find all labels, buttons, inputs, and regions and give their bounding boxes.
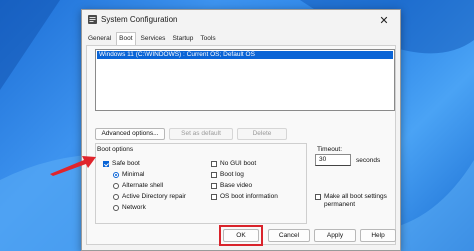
radio-circle: [113, 171, 119, 178]
close-button[interactable]: ✕: [370, 11, 398, 29]
msconfig-app-icon: [88, 15, 97, 24]
checkbox-box: [211, 171, 217, 178]
base-video-label: Base video: [220, 182, 253, 189]
radio-circle: [113, 204, 119, 211]
tab-boot[interactable]: Boot: [116, 32, 136, 45]
timeout-input[interactable]: 30: [315, 154, 351, 166]
minimal-label: Minimal: [122, 171, 145, 178]
make-permanent-line1: Make all boot settings: [324, 193, 387, 200]
no-gui-boot-checkbox[interactable]: No GUI boot: [211, 160, 256, 167]
active-directory-repair-label: Active Directory repair: [122, 193, 186, 200]
tab-tools[interactable]: Tools: [198, 34, 217, 45]
timeout-label: Timeout:: [317, 146, 343, 153]
os-boot-information-label: OS boot information: [220, 193, 278, 200]
safe-boot-checkbox[interactable]: Safe boot: [103, 160, 140, 167]
checkbox-box: [211, 160, 217, 167]
cancel-button[interactable]: Cancel: [268, 229, 310, 242]
window-title: System Configuration: [101, 15, 178, 24]
tab-strip: General Boot Services Startup Tools: [86, 32, 221, 45]
close-icon: ✕: [379, 14, 389, 27]
safe-boot-label: Safe boot: [112, 160, 140, 167]
checkbox-box: [103, 160, 109, 167]
set-as-default-button[interactable]: Set as default: [169, 128, 233, 140]
red-arrow-annotation: [50, 156, 96, 176]
system-configuration-window: System Configuration ✕ General Boot Serv…: [81, 9, 401, 251]
alternate-shell-label: Alternate shell: [122, 182, 164, 189]
alternate-shell-radio[interactable]: Alternate shell: [113, 182, 163, 189]
ok-button[interactable]: OK: [223, 229, 259, 242]
boot-tab-panel: Windows 11 (C:\WINDOWS) : Current OS; De…: [86, 45, 396, 245]
os-boot-information-checkbox[interactable]: OS boot information: [211, 193, 278, 200]
checkbox-box: [315, 194, 321, 200]
minimal-radio[interactable]: Minimal: [113, 171, 144, 178]
advanced-options-button[interactable]: Advanced options...: [95, 128, 165, 140]
help-button[interactable]: Help: [360, 229, 396, 242]
network-label: Network: [122, 204, 146, 211]
active-directory-repair-radio[interactable]: Active Directory repair: [113, 193, 186, 200]
os-list[interactable]: Windows 11 (C:\WINDOWS) : Current OS; De…: [95, 49, 395, 111]
tab-services[interactable]: Services: [139, 34, 168, 45]
network-radio[interactable]: Network: [113, 204, 146, 211]
checkbox-box: [211, 182, 217, 189]
apply-button[interactable]: Apply: [314, 229, 356, 242]
os-list-item[interactable]: Windows 11 (C:\WINDOWS) : Current OS; De…: [97, 51, 393, 59]
radio-circle: [113, 193, 119, 200]
boot-options-label: Boot options: [97, 146, 134, 153]
tab-general[interactable]: General: [86, 34, 113, 45]
no-gui-boot-label: No GUI boot: [220, 160, 257, 167]
delete-button[interactable]: Delete: [237, 128, 287, 140]
base-video-checkbox[interactable]: Base video: [211, 182, 252, 189]
title-bar: System Configuration ✕: [82, 10, 400, 30]
boot-log-checkbox[interactable]: Boot log: [211, 171, 244, 178]
make-permanent-label: Make all boot settings permanent: [324, 193, 387, 209]
radio-circle: [113, 182, 119, 189]
timeout-unit: seconds: [356, 157, 381, 164]
make-permanent-line2: permanent: [324, 201, 356, 208]
boot-log-label: Boot log: [220, 171, 244, 178]
make-permanent-checkbox[interactable]: Make all boot settings permanent: [315, 193, 387, 209]
tab-startup[interactable]: Startup: [170, 34, 195, 45]
checkbox-box: [211, 193, 217, 200]
